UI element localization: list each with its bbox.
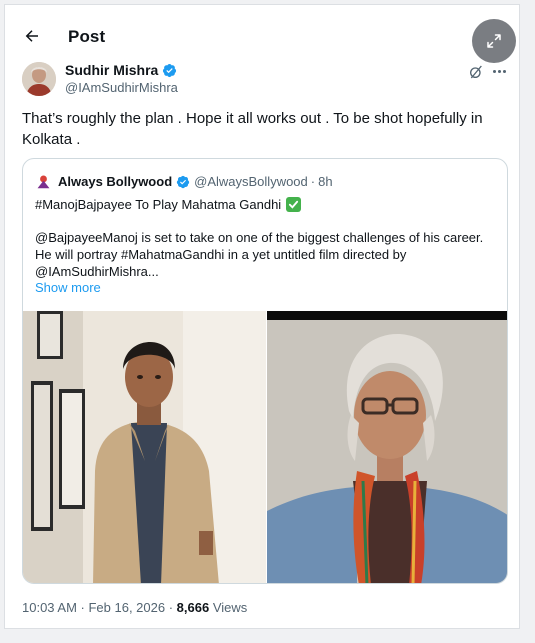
arrow-left-icon	[25, 30, 38, 42]
director-photo	[267, 311, 507, 583]
quoted-post[interactable]: Always Bollywood @AlwaysBollywood · 8h #…	[22, 158, 508, 584]
avatar[interactable]	[22, 62, 56, 96]
quoted-body-line: @BajpayeeManoj is set to take on one of …	[35, 230, 484, 245]
author-handle[interactable]: @IAmSudhirMishra	[65, 80, 178, 95]
verified-badge-icon	[176, 175, 190, 189]
quoted-media[interactable]	[23, 311, 507, 583]
tweet-text: That’s roughly the plan . Hope it all wo…	[22, 108, 502, 150]
quoted-author-handle[interactable]: @AlwaysBollywood	[194, 174, 308, 189]
tweet-text-line: That’s roughly the plan . Hope it all wo…	[22, 110, 483, 127]
post-card: Post Sudhir Mishra @IAmSudhirMishra That…	[4, 4, 520, 629]
media-image-right[interactable]	[267, 311, 507, 583]
page-title: Post	[68, 27, 106, 46]
author-name-row[interactable]: Sudhir Mishra	[65, 62, 177, 78]
post-meta: 10:03 AM · Feb 16, 2026 · 8,666 Views	[22, 600, 247, 615]
quoted-post-header: Always Bollywood @AlwaysBollywood · 8h	[35, 173, 333, 190]
always-bollywood-logo-icon	[35, 173, 52, 190]
post-timestamp[interactable]: 10:03 AM · Feb 16, 2026 ·	[22, 600, 177, 615]
view-count: 8,666	[176, 600, 210, 615]
screenshot-frame: Post Sudhir Mishra @IAmSudhirMishra That…	[0, 0, 535, 643]
separator-dot: ·	[310, 174, 316, 189]
author-photo	[22, 62, 56, 96]
tweet-text-line: Kolkata .	[22, 131, 81, 148]
media-image-left[interactable]	[23, 311, 266, 583]
more-options-icon[interactable]	[490, 63, 508, 79]
actor-photo	[23, 311, 266, 583]
verified-badge-icon	[162, 63, 177, 78]
quoted-headline: #ManojBajpayee To Play Mahatma Gandhi	[35, 197, 282, 212]
quoted-post-body: @BajpayeeManoj is set to take on one of …	[35, 229, 497, 280]
quoted-body-line: @IAmSudhirMishra...	[35, 264, 159, 279]
quoted-headline-row: #ManojBajpayee To Play Mahatma Gandhi	[35, 197, 302, 212]
author-name[interactable]: Sudhir Mishra	[65, 62, 158, 78]
views-label: Views	[209, 600, 248, 615]
grok-icon[interactable]	[468, 64, 484, 80]
media-top-bar	[267, 311, 507, 320]
expand-button[interactable]	[472, 19, 516, 63]
quoted-post-time[interactable]: 8h	[318, 174, 332, 189]
check-mark-emoji-icon	[286, 197, 302, 212]
show-more-link[interactable]: Show more	[35, 280, 101, 295]
back-button[interactable]	[21, 25, 43, 47]
quoted-author-name[interactable]: Always Bollywood	[58, 174, 172, 189]
expand-icon	[487, 34, 501, 48]
quoted-body-line: He will portray #MahatmaGandhi in a yet …	[35, 247, 407, 262]
